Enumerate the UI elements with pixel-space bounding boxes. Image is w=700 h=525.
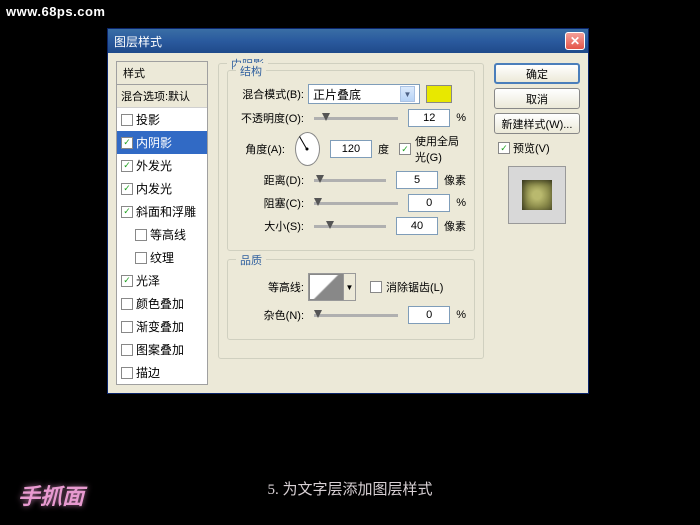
style-label: 等高线 xyxy=(150,226,186,243)
style-item-6[interactable]: 纹理 xyxy=(117,246,207,269)
distance-input[interactable] xyxy=(396,171,438,189)
style-label: 渐变叠加 xyxy=(136,318,184,335)
distance-slider[interactable] xyxy=(314,179,386,182)
opacity-label: 不透明度(O): xyxy=(236,110,304,126)
style-label: 内发光 xyxy=(136,180,172,197)
style-checkbox[interactable] xyxy=(135,229,147,241)
style-checkbox[interactable] xyxy=(121,298,133,310)
style-checkbox[interactable] xyxy=(121,206,133,218)
style-item-9[interactable]: 渐变叠加 xyxy=(117,315,207,338)
noise-label: 杂色(N): xyxy=(236,307,304,323)
style-item-7[interactable]: 光泽 xyxy=(117,269,207,292)
global-light-checkbox[interactable] xyxy=(399,143,411,155)
watermark-text: www.68ps.com xyxy=(6,4,105,19)
structure-group: 结构 混合模式(B): 正片叠底 ▼ 不透明度(O): % xyxy=(227,70,475,251)
chevron-down-icon: ▼ xyxy=(343,274,355,300)
antialias-label: 消除锯齿(L) xyxy=(386,279,443,295)
angle-unit: 度 xyxy=(378,141,389,157)
titlebar: 图层样式 ✕ xyxy=(108,29,588,53)
style-item-3[interactable]: 内发光 xyxy=(117,177,207,200)
distance-label: 距离(D): xyxy=(236,172,304,188)
style-label: 颜色叠加 xyxy=(136,295,184,312)
style-label: 描边 xyxy=(136,364,160,381)
style-checkbox[interactable] xyxy=(121,321,133,333)
styles-list: 混合选项:默认 投影内阴影外发光内发光斜面和浮雕等高线纹理光泽颜色叠加渐变叠加图… xyxy=(117,85,207,384)
styles-header: 样式 xyxy=(117,62,207,85)
quality-legend: 品质 xyxy=(236,252,266,268)
angle-label: 角度(A): xyxy=(236,141,285,157)
tutorial-caption: 5. 为文字层添加图层样式 xyxy=(0,478,700,499)
style-checkbox[interactable] xyxy=(121,183,133,195)
color-swatch[interactable] xyxy=(426,85,452,103)
blend-options-defaults[interactable]: 混合选项:默认 xyxy=(117,85,207,108)
preview-label: 预览(V) xyxy=(513,140,550,156)
blend-mode-value: 正片叠底 xyxy=(313,86,361,103)
layer-style-dialog: 图层样式 ✕ 样式 混合选项:默认 投影内阴影外发光内发光斜面和浮雕等高线纹理光… xyxy=(107,28,589,394)
style-checkbox[interactable] xyxy=(121,137,133,149)
style-item-8[interactable]: 颜色叠加 xyxy=(117,292,207,315)
preview-thumbnail xyxy=(508,166,566,224)
style-checkbox[interactable] xyxy=(121,344,133,356)
choke-label: 阻塞(C): xyxy=(236,195,304,211)
size-slider[interactable] xyxy=(314,225,386,228)
logo-text: 手抓面 xyxy=(18,479,84,511)
style-label: 纹理 xyxy=(150,249,174,266)
close-button[interactable]: ✕ xyxy=(565,32,585,50)
preview-checkbox[interactable] xyxy=(498,142,510,154)
quality-group: 品质 等高线: ▼ 消除锯齿(L) 杂色(N): xyxy=(227,259,475,340)
style-item-11[interactable]: 描边 xyxy=(117,361,207,384)
style-label: 斜面和浮雕 xyxy=(136,203,196,220)
structure-legend: 结构 xyxy=(236,63,266,79)
style-checkbox[interactable] xyxy=(121,160,133,172)
ok-button[interactable]: 确定 xyxy=(494,63,580,84)
dialog-title: 图层样式 xyxy=(114,33,162,50)
style-item-5[interactable]: 等高线 xyxy=(117,223,207,246)
antialias-checkbox[interactable] xyxy=(370,281,382,293)
style-checkbox[interactable] xyxy=(121,114,133,126)
opacity-slider[interactable] xyxy=(314,117,398,120)
style-label: 内阴影 xyxy=(136,134,172,151)
angle-input[interactable] xyxy=(330,140,372,158)
style-label: 外发光 xyxy=(136,157,172,174)
style-checkbox[interactable] xyxy=(121,367,133,379)
style-label: 投影 xyxy=(136,111,160,128)
main-panel: 内阴影 结构 混合模式(B): 正片叠底 ▼ 不透明度(O): xyxy=(214,61,488,385)
style-checkbox[interactable] xyxy=(121,275,133,287)
style-item-0[interactable]: 投影 xyxy=(117,108,207,131)
noise-input[interactable] xyxy=(408,306,450,324)
style-checkbox[interactable] xyxy=(135,252,147,264)
noise-slider[interactable] xyxy=(314,314,398,317)
style-item-4[interactable]: 斜面和浮雕 xyxy=(117,200,207,223)
chevron-down-icon: ▼ xyxy=(400,86,415,102)
style-label: 光泽 xyxy=(136,272,160,289)
blend-mode-label: 混合模式(B): xyxy=(236,86,304,102)
dialog-body: 样式 混合选项:默认 投影内阴影外发光内发光斜面和浮雕等高线纹理光泽颜色叠加渐变… xyxy=(108,53,588,393)
right-panel: 确定 取消 新建样式(W)... 预览(V) xyxy=(494,61,580,385)
contour-label: 等高线: xyxy=(236,279,304,295)
opacity-input[interactable] xyxy=(408,109,450,127)
contour-picker[interactable]: ▼ xyxy=(308,273,356,301)
size-input[interactable] xyxy=(396,217,438,235)
preview-inner xyxy=(522,180,552,210)
style-label: 图案叠加 xyxy=(136,341,184,358)
noise-unit: % xyxy=(456,309,466,321)
styles-panel: 样式 混合选项:默认 投影内阴影外发光内发光斜面和浮雕等高线纹理光泽颜色叠加渐变… xyxy=(116,61,208,385)
global-light-label: 使用全局光(G) xyxy=(415,133,466,165)
style-item-10[interactable]: 图案叠加 xyxy=(117,338,207,361)
contour-preview xyxy=(309,274,343,300)
distance-unit: 像素 xyxy=(444,172,466,188)
choke-unit: % xyxy=(456,197,466,209)
style-item-2[interactable]: 外发光 xyxy=(117,154,207,177)
blend-mode-select[interactable]: 正片叠底 ▼ xyxy=(308,84,420,104)
angle-dial[interactable] xyxy=(295,132,320,166)
opacity-unit: % xyxy=(456,112,466,124)
style-item-1[interactable]: 内阴影 xyxy=(117,131,207,154)
choke-slider[interactable] xyxy=(314,202,398,205)
new-style-button[interactable]: 新建样式(W)... xyxy=(494,113,580,134)
cancel-button[interactable]: 取消 xyxy=(494,88,580,109)
choke-input[interactable] xyxy=(408,194,450,212)
size-unit: 像素 xyxy=(444,218,466,234)
inner-shadow-group: 内阴影 结构 混合模式(B): 正片叠底 ▼ 不透明度(O): xyxy=(218,63,484,359)
size-label: 大小(S): xyxy=(236,218,304,234)
